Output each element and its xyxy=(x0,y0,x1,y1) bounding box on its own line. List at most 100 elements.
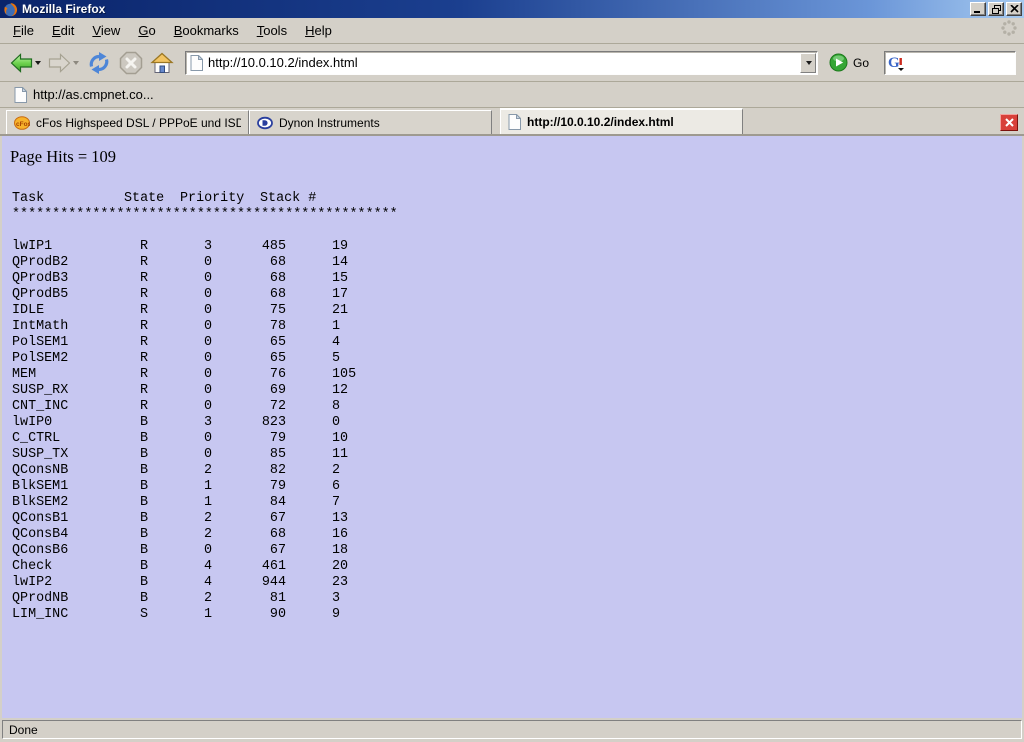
forward-button[interactable] xyxy=(46,51,81,75)
table-row: lwIP0B38230 xyxy=(12,415,1022,431)
dynon-icon xyxy=(257,116,273,130)
title-bar: Mozilla Firefox xyxy=(0,0,1024,18)
go-button[interactable]: Go xyxy=(827,51,875,74)
back-dropdown-icon[interactable] xyxy=(35,61,41,65)
table-row: MEMR076105 xyxy=(12,367,1022,383)
table-cell: 9 xyxy=(332,607,340,623)
tab-cfos[interactable]: cFos cFos Highspeed DSL / PPPoE und ISDN… xyxy=(6,110,249,134)
tab-label: cFos Highspeed DSL / PPPoE und ISDN CAP.… xyxy=(36,116,241,130)
table-row: CNT_INCR0728 xyxy=(12,399,1022,415)
table-cell: 15 xyxy=(332,271,348,287)
table-cell: B xyxy=(140,415,204,431)
table-cell: BlkSEM2 xyxy=(12,495,140,511)
table-row: QConsNBB2822 xyxy=(12,463,1022,479)
url-input[interactable] xyxy=(208,54,800,72)
menu-tools[interactable]: Tools xyxy=(248,20,296,41)
menu-bookmarks[interactable]: Bookmarks xyxy=(165,20,248,41)
home-button[interactable] xyxy=(148,50,176,76)
table-cell: 16 xyxy=(332,527,348,543)
google-search-icon[interactable]: G xyxy=(888,54,904,71)
table-cell: 0 xyxy=(204,431,260,447)
table-cell: PolSEM2 xyxy=(12,351,140,367)
table-cell: 68 xyxy=(260,255,286,271)
table-cell: CNT_INC xyxy=(12,399,140,415)
table-cell: R xyxy=(140,351,204,367)
bookmarks-toolbar: http://as.cmpnet.co... xyxy=(0,82,1024,108)
close-icon xyxy=(1005,118,1014,127)
table-cell: 1 xyxy=(204,479,260,495)
table-cell: B xyxy=(140,527,204,543)
table-cell: 3 xyxy=(204,239,260,255)
menu-go[interactable]: Go xyxy=(129,20,164,41)
table-cell: 944 xyxy=(260,575,286,591)
back-icon xyxy=(10,53,33,73)
reload-button[interactable] xyxy=(84,49,114,77)
table-cell: 0 xyxy=(204,319,260,335)
table-cell: 8 xyxy=(332,399,340,415)
table-cell: 4 xyxy=(204,559,260,575)
close-tab-button[interactable] xyxy=(1000,114,1018,131)
stop-button[interactable] xyxy=(117,49,145,77)
table-cell: 5 xyxy=(332,351,340,367)
tab-index-active[interactable]: http://10.0.10.2/index.html xyxy=(500,108,743,134)
table-cell: R xyxy=(140,303,204,319)
column-header: State xyxy=(124,191,180,207)
back-button[interactable] xyxy=(8,51,43,75)
table-row: QProdB2R06814 xyxy=(12,255,1022,271)
table-row: LIM_INCS1909 xyxy=(12,607,1022,623)
table-cell: 20 xyxy=(332,559,348,575)
table-cell: 21 xyxy=(332,303,348,319)
throbber-icon xyxy=(1000,19,1018,42)
close-window-button[interactable] xyxy=(1006,2,1022,16)
table-row: SUSP_TXB08511 xyxy=(12,447,1022,463)
forward-dropdown-icon[interactable] xyxy=(73,61,79,65)
table-cell: R xyxy=(140,399,204,415)
table-cell: LIM_INC xyxy=(12,607,140,623)
menu-file[interactable]: File xyxy=(4,20,43,41)
minimize-button[interactable] xyxy=(970,2,986,16)
tab-dynon[interactable]: Dynon Instruments xyxy=(249,110,492,134)
tab-label: Dynon Instruments xyxy=(279,116,380,130)
table-cell: 2 xyxy=(204,591,260,607)
table-cell: SUSP_TX xyxy=(12,447,140,463)
table-row: SUSP_RXR06912 xyxy=(12,383,1022,399)
stop-icon xyxy=(119,51,143,75)
table-row: IntMathR0781 xyxy=(12,319,1022,335)
window-title: Mozilla Firefox xyxy=(22,2,968,16)
table-cell: R xyxy=(140,367,204,383)
page-icon xyxy=(508,114,521,130)
browser-window: Mozilla Firefox File Edit View Go Bookma… xyxy=(0,0,1024,742)
table-cell: 19 xyxy=(332,239,348,255)
table-cell: 2 xyxy=(204,527,260,543)
table-cell: 12 xyxy=(332,383,348,399)
table-cell: 18 xyxy=(332,543,348,559)
table-cell: 0 xyxy=(204,335,260,351)
cfos-icon: cFos xyxy=(14,116,30,130)
table-cell: 10 xyxy=(332,431,348,447)
url-history-dropdown[interactable] xyxy=(800,53,816,73)
search-box[interactable]: G xyxy=(884,51,1016,75)
search-input[interactable] xyxy=(904,54,1015,72)
table-cell: 0 xyxy=(204,351,260,367)
table-row: QConsB1B26713 xyxy=(12,511,1022,527)
table-cell: C_CTRL xyxy=(12,431,140,447)
table-separator: ****************************************… xyxy=(12,207,1022,223)
url-bar[interactable] xyxy=(185,51,818,75)
go-button-label: Go xyxy=(853,56,869,70)
table-cell: 0 xyxy=(204,255,260,271)
page-hits-text: Page Hits = 109 xyxy=(10,147,1022,167)
table-cell: 0 xyxy=(332,415,340,431)
restore-button[interactable] xyxy=(988,2,1004,16)
table-cell: 75 xyxy=(260,303,286,319)
menu-help[interactable]: Help xyxy=(296,20,341,41)
menu-edit[interactable]: Edit xyxy=(43,20,83,41)
table-cell: 67 xyxy=(260,511,286,527)
firefox-icon xyxy=(3,2,18,17)
table-cell: B xyxy=(140,447,204,463)
table-cell: 0 xyxy=(204,447,260,463)
menu-view[interactable]: View xyxy=(83,20,129,41)
table-cell: 68 xyxy=(260,527,286,543)
bookmark-item[interactable]: http://as.cmpnet.co... xyxy=(8,85,160,105)
table-cell: 3 xyxy=(332,591,340,607)
table-cell: 85 xyxy=(260,447,286,463)
